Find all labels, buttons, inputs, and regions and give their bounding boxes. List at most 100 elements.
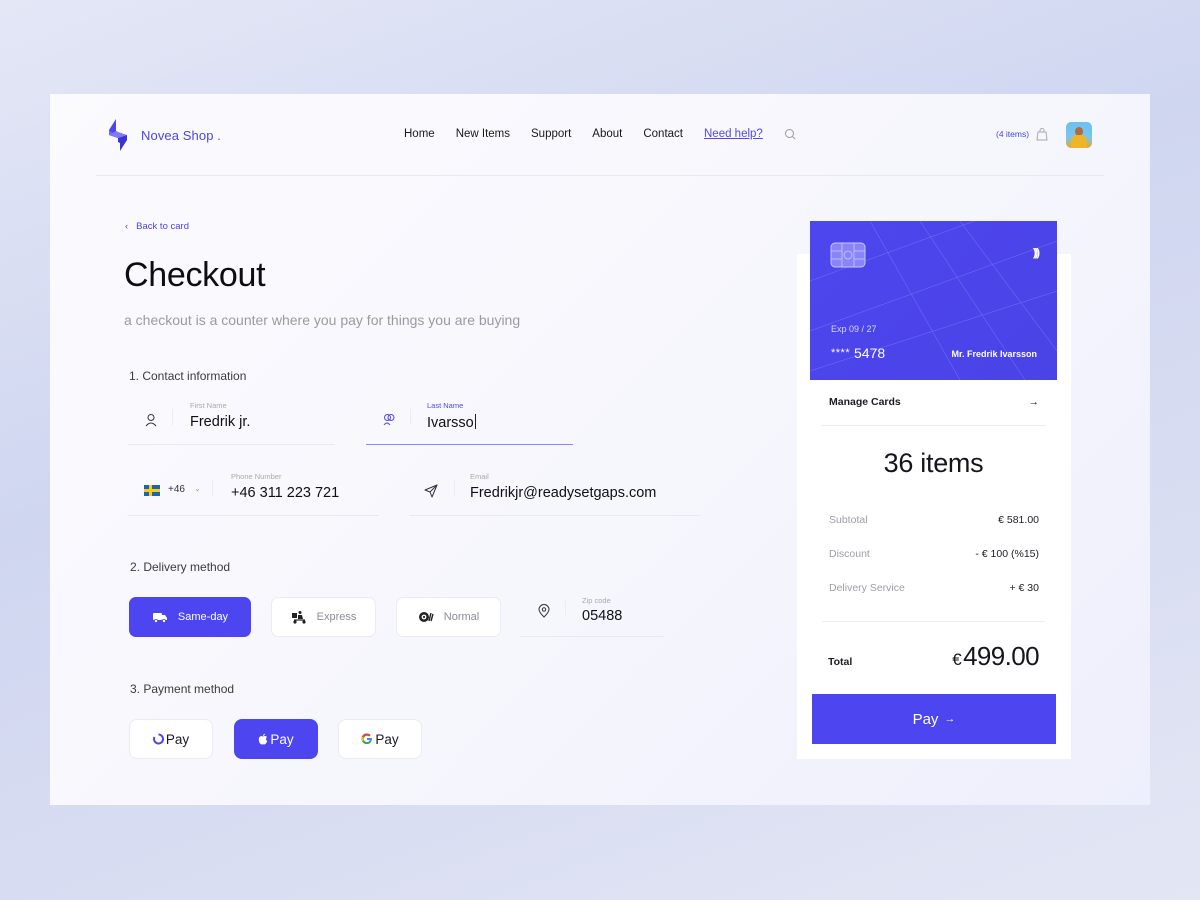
divider [822, 621, 1045, 622]
back-to-card-link[interactable]: ‹ Back to card [125, 221, 189, 232]
payment-heading: 3. Payment method [130, 682, 235, 696]
pay-button[interactable]: Pay → [812, 694, 1056, 744]
shopping-bag-icon [1036, 128, 1048, 141]
delivery-service-value: + € 30 [1009, 582, 1040, 594]
pay-button-label: Pay [912, 710, 939, 728]
scooter-courier-icon [291, 611, 306, 624]
delivery-label: Normal [443, 611, 480, 623]
search-icon[interactable] [784, 128, 796, 140]
phone-label: Phone Number [231, 472, 282, 481]
payment-google-pay[interactable]: Pay [338, 719, 422, 759]
zip-code-value: 05488 [582, 608, 623, 624]
delivery-heading: 2. Delivery method [130, 560, 231, 574]
nav-about[interactable]: About [592, 128, 622, 140]
apple-logo-icon [259, 733, 268, 745]
delivery-same-day[interactable]: Same-day [129, 597, 251, 637]
brand-logo[interactable]: Novea Shop . [107, 119, 221, 151]
card-chip-icon [830, 242, 866, 268]
nav-need-help[interactable]: Need help? [704, 128, 763, 140]
email-field[interactable]: Email Fredrikjr@readysetgaps.com [409, 470, 700, 516]
contact-heading: 1. Contact information [129, 369, 247, 383]
delivery-service-label: Delivery Service [829, 582, 905, 594]
divider [821, 425, 1046, 426]
text-caret [474, 414, 476, 429]
field-separator [212, 480, 213, 496]
nav-support[interactable]: Support [531, 128, 571, 140]
nav-new-items[interactable]: New Items [456, 128, 510, 140]
manage-cards-link[interactable]: Manage Cards → [829, 396, 1039, 408]
user-icon [145, 414, 157, 427]
currency-symbol: € [952, 650, 962, 669]
first-name-value: Fredrik jr. [190, 414, 251, 430]
chevron-down-icon[interactable]: ⌄ [194, 484, 201, 493]
brand-name: Novea Shop . [141, 127, 221, 143]
chevron-left-icon: ‹ [125, 221, 129, 232]
discount-row: Discount - € 100 (%15) [829, 548, 1039, 560]
delivery-label: Same-day [177, 611, 229, 623]
nav-home[interactable]: Home [404, 128, 435, 140]
payment-label: Pay [165, 731, 190, 747]
email-value: Fredrikjr@readysetgaps.com [470, 485, 657, 501]
total-row: Total €499.00 [828, 641, 1040, 672]
email-label: Email [470, 472, 489, 481]
page-subtitle: a checkout is a counter where you pay fo… [124, 312, 521, 328]
cart[interactable]: (4 items) [996, 127, 1049, 141]
payment-apple-pay[interactable]: Pay [234, 719, 318, 759]
checkout-page: Novea Shop . Home New Items Support Abou… [50, 94, 1150, 805]
snail-icon [418, 612, 434, 622]
sweden-flag-icon [144, 485, 160, 496]
delivery-express[interactable]: Express [271, 597, 376, 637]
subtotal-row: Subtotal € 581.00 [829, 514, 1039, 526]
arrow-right-icon: → [944, 713, 956, 725]
field-separator [172, 409, 173, 425]
google-logo-icon [361, 733, 373, 745]
user-avatar[interactable] [1066, 122, 1092, 148]
field-separator [454, 480, 455, 496]
card-mask: **** [831, 347, 851, 359]
discount-value: - € 100 (%15) [975, 548, 1039, 560]
zip-code-field[interactable]: Zip code 05488 [520, 591, 664, 637]
avatar-body [1071, 135, 1087, 148]
truck-icon [152, 613, 167, 623]
page-title: Checkout [124, 256, 266, 294]
last-name-field[interactable]: Last Name Ivarsso [366, 399, 573, 445]
total-label: Total [828, 656, 853, 668]
users-icon [383, 414, 395, 426]
payment-label: Pay [375, 731, 399, 747]
phone-field[interactable]: +46 ⌄ Phone Number +46 311 223 721 [128, 470, 379, 516]
delivery-service-row: Delivery Service + € 30 [829, 582, 1039, 594]
discount-label: Discount [829, 548, 870, 560]
back-label: Back to card [136, 221, 189, 232]
nav-contact[interactable]: Contact [643, 128, 683, 140]
total-value: €499.00 [952, 641, 1039, 672]
first-name-field[interactable]: First Name Fredrik jr. [128, 399, 335, 445]
field-separator [565, 601, 566, 617]
top-header: Novea Shop . Home New Items Support Abou… [50, 94, 1150, 176]
main-nav: Home New Items Support About Contact Nee… [404, 128, 763, 140]
header-divider [96, 175, 1104, 176]
payment-o-pay[interactable]: Pay [129, 719, 213, 759]
lightning-logo-icon [109, 119, 127, 151]
first-name-label: First Name [190, 401, 227, 410]
payment-label: Pay [270, 731, 294, 747]
manage-cards-label: Manage Cards [829, 396, 901, 408]
delivery-label: Express [316, 611, 357, 623]
arrow-right-icon: → [1028, 396, 1040, 408]
cart-count: (4 items) [996, 129, 1030, 139]
country-code-select[interactable]: +46 [168, 484, 185, 495]
subtotal-value: € 581.00 [998, 514, 1039, 526]
card-expiry: Exp 09 / 27 [831, 324, 877, 334]
location-pin-icon [538, 604, 550, 618]
last-name-value: Ivarsso [427, 414, 476, 431]
phone-value: +46 311 223 721 [231, 485, 340, 501]
o-pay-logo-icon [152, 733, 164, 745]
zip-code-label: Zip code [582, 596, 611, 605]
card-last4: 5478 [854, 345, 886, 361]
credit-card[interactable]: ))) Exp 09 / 27 **** 5478 Mr. Fredrik Iv… [810, 221, 1057, 380]
send-icon [424, 484, 438, 498]
subtotal-label: Subtotal [829, 514, 868, 526]
card-number: **** 5478 [831, 345, 885, 361]
delivery-normal[interactable]: Normal [396, 597, 501, 637]
contactless-icon: ))) [1033, 247, 1040, 259]
last-name-text: Ivarsso [427, 415, 474, 431]
